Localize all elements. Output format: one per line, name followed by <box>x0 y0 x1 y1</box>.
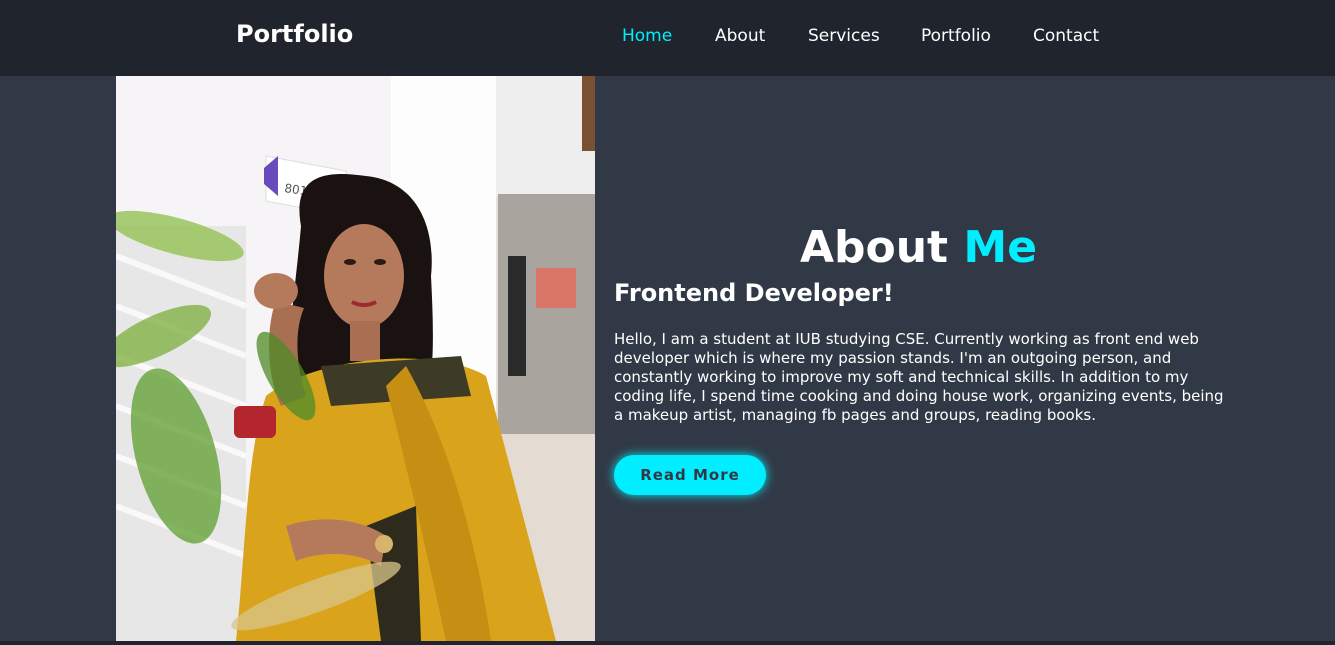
heading-accent: Me <box>963 222 1038 273</box>
role-subheading: Frontend Developer! <box>614 279 894 307</box>
heading-main: About <box>799 222 949 273</box>
portrait-illustration: 8015 <box>116 76 595 641</box>
main-nav: Home About Services Portfolio Contact <box>0 26 1335 50</box>
about-photo: 8015 <box>116 76 595 641</box>
nav-portfolio[interactable]: Portfolio <box>921 26 991 46</box>
read-more-button[interactable]: Read More <box>614 455 766 495</box>
nav-home[interactable]: Home <box>622 26 672 46</box>
about-paragraph: Hello, I am a student at IUB studying CS… <box>614 330 1224 424</box>
nav-services[interactable]: Services <box>808 26 880 46</box>
site-header: Portfolio Home About Services Portfolio … <box>0 0 1335 76</box>
bottom-divider <box>0 641 1335 645</box>
nav-contact[interactable]: Contact <box>1033 26 1099 46</box>
about-heading: About Me <box>614 222 1223 273</box>
nav-about[interactable]: About <box>715 26 765 46</box>
